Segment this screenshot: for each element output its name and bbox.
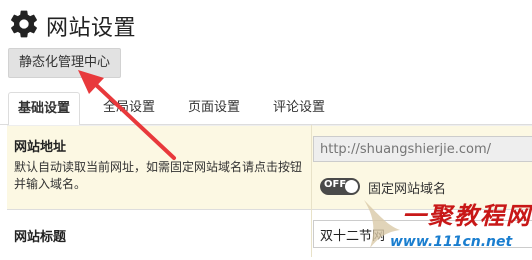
tab-comment-settings[interactable]: 评论设置 <box>273 92 325 123</box>
fix-domain-toggle[interactable]: OFF <box>320 178 360 195</box>
page-header: 网站设置 <box>8 8 136 44</box>
static-management-button[interactable]: 静态化管理中心 <box>8 48 122 78</box>
tab-global-settings[interactable]: 全局设置 <box>103 92 155 123</box>
toggle-state-text: OFF <box>324 179 347 190</box>
column-divider <box>311 125 312 257</box>
settings-tabs: 基础设置 全局设置 页面设置 评论设置 <box>0 92 532 126</box>
site-title-input[interactable] <box>313 220 532 248</box>
tab-basic-settings[interactable]: 基础设置 <box>8 92 81 126</box>
site-url-description: 默认自动读取当前网址，如需固定网站域名请点击按钮并输入域名。 <box>14 160 303 191</box>
toggle-knob <box>345 180 358 193</box>
page-title: 网站设置 <box>46 16 137 41</box>
site-title-label: 网站标题 <box>14 230 67 245</box>
gear-icon <box>8 8 40 44</box>
site-url-input[interactable] <box>313 136 532 162</box>
site-url-label: 网站地址 <box>14 140 67 155</box>
fix-domain-label: 固定网站域名 <box>368 182 447 197</box>
tab-page-settings[interactable]: 页面设置 <box>188 92 240 123</box>
